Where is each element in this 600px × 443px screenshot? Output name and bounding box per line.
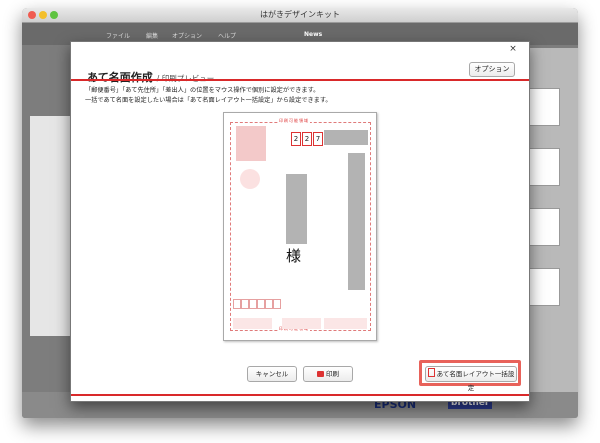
- postcard-icon: [427, 368, 435, 377]
- instruction-text-1: 「郵便番号」「あて先住所」「差出人」の位置をマウス操作で個別に設定ができます。: [85, 87, 320, 94]
- option-button[interactable]: オプション: [469, 62, 515, 77]
- printer-icon: [317, 371, 324, 377]
- sender-postal-box: [265, 299, 273, 309]
- dialog-title-row: あて名面作成/ 印刷プレビュー: [87, 66, 214, 85]
- menu-edit[interactable]: 編集: [146, 31, 158, 40]
- honorific-sama: 様: [286, 247, 302, 265]
- template-thumbnail[interactable]: [528, 88, 560, 126]
- postcard-preview[interactable]: 印刷可能領域 印刷可能領域 2 2 7 様: [223, 112, 377, 341]
- sender-area: [282, 318, 321, 329]
- sender-postal-box: [273, 299, 281, 309]
- dialog-title: あて名面作成: [87, 71, 153, 84]
- postal-code-box[interactable]: 2: [291, 132, 301, 146]
- template-thumbnail[interactable]: [528, 208, 560, 246]
- menu-help[interactable]: ヘルプ: [218, 31, 236, 40]
- sender-postal-box: [241, 299, 249, 309]
- layout-batch-label: あて名面レイアウト一括設定: [436, 370, 515, 392]
- print-button-label: 印刷: [326, 370, 339, 378]
- window-title: はがきデザインキット: [260, 10, 340, 19]
- address-side-dialog: × あて名面作成/ 印刷プレビュー オプション 「郵便番号」「あて先住所」「差出…: [70, 41, 530, 402]
- postmark-area: [240, 169, 260, 189]
- sender-postal-box: [257, 299, 265, 309]
- template-thumbnail[interactable]: [528, 148, 560, 186]
- left-preview-pane: [30, 116, 74, 336]
- template-thumbnail[interactable]: [528, 268, 560, 306]
- sender-area: [233, 318, 272, 329]
- menu-options[interactable]: オプション: [172, 31, 202, 40]
- close-icon[interactable]: ×: [507, 44, 519, 54]
- cancel-button[interactable]: キャンセル: [247, 366, 297, 382]
- sender-area: [324, 318, 367, 329]
- postal-code-remaining-block[interactable]: [324, 130, 368, 145]
- news-label: News: [304, 31, 323, 38]
- recipient-name-block[interactable]: [286, 174, 307, 244]
- sender-postal-box: [249, 299, 257, 309]
- sender-postal-box: [233, 299, 241, 309]
- address-block[interactable]: [348, 153, 365, 290]
- menu-file[interactable]: ファイル: [106, 31, 130, 40]
- title-divider: [71, 79, 529, 81]
- layout-batch-button[interactable]: あて名面レイアウト一括設定: [425, 366, 517, 392]
- stamp-area: [236, 126, 266, 161]
- instruction-text-2: 一括であて名面を設定したい場合は「あて名面レイアウト一括設定」から設定できます。: [85, 97, 332, 104]
- print-button[interactable]: 印刷: [303, 366, 353, 382]
- postal-code-box[interactable]: 2: [302, 132, 312, 146]
- printable-area-label-top: 印刷可能領域: [278, 118, 310, 124]
- window-titlebar: はがきデザインキット: [22, 8, 578, 23]
- postal-code-box[interactable]: 7: [313, 132, 323, 146]
- footer-divider: [71, 394, 529, 396]
